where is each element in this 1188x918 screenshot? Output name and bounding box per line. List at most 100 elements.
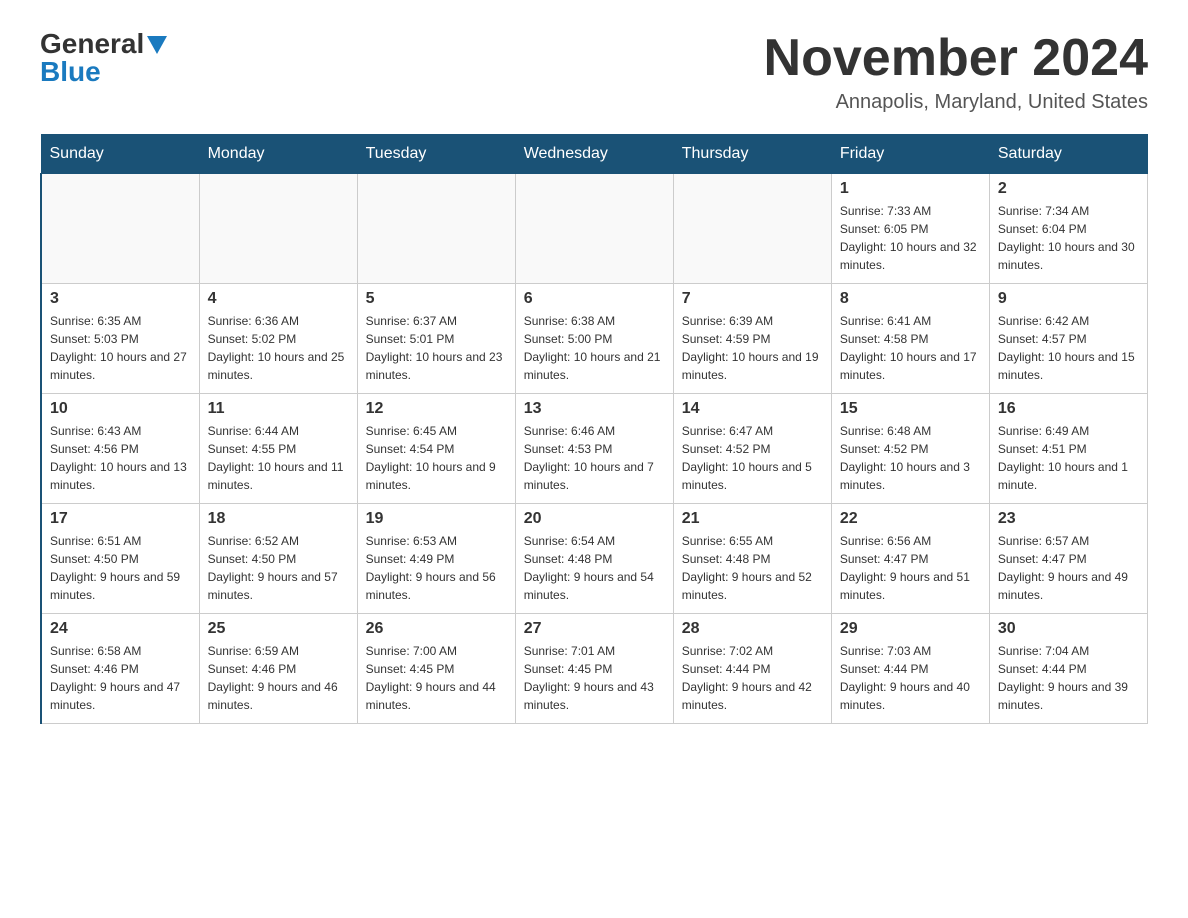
day-info: Sunrise: 6:43 AMSunset: 4:56 PMDaylight:… (50, 422, 191, 494)
day-info: Sunrise: 7:00 AMSunset: 4:45 PMDaylight:… (366, 642, 507, 714)
calendar-cell: 21 Sunrise: 6:55 AMSunset: 4:48 PMDayligh… (673, 504, 831, 614)
calendar-cell (357, 174, 515, 284)
day-info: Sunrise: 6:51 AMSunset: 4:50 PMDaylight:… (50, 532, 191, 604)
col-friday: Friday (831, 135, 989, 174)
day-info: Sunrise: 6:56 AMSunset: 4:47 PMDaylight:… (840, 532, 981, 604)
page-header: General Blue November 2024 Annapolis, Ma… (40, 30, 1148, 114)
calendar-cell: 26 Sunrise: 7:00 AMSunset: 4:45 PMDayligh… (357, 614, 515, 724)
calendar-cell: 23 Sunrise: 6:57 AMSunset: 4:47 PMDayligh… (989, 504, 1147, 614)
day-number: 29 (840, 620, 981, 638)
calendar-body: 1Sunrise: 7:33 AMSunset: 6:05 PMDaylight… (41, 174, 1148, 724)
calendar-cell: 2 Sunrise: 7:34 AMSunset: 6:04 PMDaylight… (989, 174, 1147, 284)
calendar-week-5: 24Sunrise: 6:58 AMSunset: 4:46 PMDayligh… (41, 614, 1148, 724)
calendar-cell: 24Sunrise: 6:58 AMSunset: 4:46 PMDayligh… (41, 614, 199, 724)
day-number: 13 (524, 400, 665, 418)
day-number: 19 (366, 510, 507, 528)
calendar-cell: 22 Sunrise: 6:56 AMSunset: 4:47 PMDayligh… (831, 504, 989, 614)
day-info: Sunrise: 7:02 AMSunset: 4:44 PMDaylight:… (682, 642, 823, 714)
day-number: 27 (524, 620, 665, 638)
calendar-cell (199, 174, 357, 284)
calendar-week-2: 3Sunrise: 6:35 AMSunset: 5:03 PMDaylight… (41, 284, 1148, 394)
calendar-cell: 18 Sunrise: 6:52 AMSunset: 4:50 PMDayligh… (199, 504, 357, 614)
calendar-cell: 3Sunrise: 6:35 AMSunset: 5:03 PMDaylight… (41, 284, 199, 394)
day-number: 26 (366, 620, 507, 638)
col-tuesday: Tuesday (357, 135, 515, 174)
day-number: 11 (208, 400, 349, 418)
day-info: Sunrise: 6:48 AMSunset: 4:52 PMDaylight:… (840, 422, 981, 494)
col-sunday: Sunday (41, 135, 199, 174)
calendar-week-1: 1Sunrise: 7:33 AMSunset: 6:05 PMDaylight… (41, 174, 1148, 284)
day-info: Sunrise: 6:49 AMSunset: 4:51 PMDaylight:… (998, 422, 1139, 494)
day-info: Sunrise: 6:45 AMSunset: 4:54 PMDaylight:… (366, 422, 507, 494)
day-info: Sunrise: 6:35 AMSunset: 5:03 PMDaylight:… (50, 312, 191, 384)
day-info: Sunrise: 6:46 AMSunset: 4:53 PMDaylight:… (524, 422, 665, 494)
day-number: 5 (366, 290, 507, 308)
day-number: 9 (998, 290, 1139, 308)
day-number: 25 (208, 620, 349, 638)
day-number: 14 (682, 400, 823, 418)
calendar-cell: 8 Sunrise: 6:41 AMSunset: 4:58 PMDaylight… (831, 284, 989, 394)
calendar-cell: 4 Sunrise: 6:36 AMSunset: 5:02 PMDaylight… (199, 284, 357, 394)
day-info: Sunrise: 7:04 AMSunset: 4:44 PMDaylight:… (998, 642, 1139, 714)
day-info: Sunrise: 6:42 AMSunset: 4:57 PMDaylight:… (998, 312, 1139, 384)
calendar-cell: 9 Sunrise: 6:42 AMSunset: 4:57 PMDaylight… (989, 284, 1147, 394)
day-number: 28 (682, 620, 823, 638)
col-monday: Monday (199, 135, 357, 174)
day-number: 6 (524, 290, 665, 308)
logo-blue: Blue (40, 56, 101, 87)
calendar-cell: 5 Sunrise: 6:37 AMSunset: 5:01 PMDaylight… (357, 284, 515, 394)
calendar-cell: 19 Sunrise: 6:53 AMSunset: 4:49 PMDayligh… (357, 504, 515, 614)
calendar-cell: 29Sunrise: 7:03 AMSunset: 4:44 PMDayligh… (831, 614, 989, 724)
day-number: 2 (998, 180, 1139, 198)
day-info: Sunrise: 7:34 AMSunset: 6:04 PMDaylight:… (998, 202, 1139, 274)
day-number: 12 (366, 400, 507, 418)
col-thursday: Thursday (673, 135, 831, 174)
calendar-cell: 1Sunrise: 7:33 AMSunset: 6:05 PMDaylight… (831, 174, 989, 284)
calendar-cell: 7Sunrise: 6:39 AMSunset: 4:59 PMDaylight… (673, 284, 831, 394)
day-info: Sunrise: 6:57 AMSunset: 4:47 PMDaylight:… (998, 532, 1139, 604)
day-info: Sunrise: 6:59 AMSunset: 4:46 PMDaylight:… (208, 642, 349, 714)
calendar-cell: 14 Sunrise: 6:47 AMSunset: 4:52 PMDayligh… (673, 394, 831, 504)
day-number: 21 (682, 510, 823, 528)
location-title: Annapolis, Maryland, United States (764, 91, 1148, 114)
calendar-week-3: 10Sunrise: 6:43 AMSunset: 4:56 PMDayligh… (41, 394, 1148, 504)
calendar-cell: 15 Sunrise: 6:48 AMSunset: 4:52 PMDayligh… (831, 394, 989, 504)
calendar-table: Sunday Monday Tuesday Wednesday Thursday… (40, 134, 1148, 724)
day-number: 30 (998, 620, 1139, 638)
calendar-header: Sunday Monday Tuesday Wednesday Thursday… (41, 135, 1148, 174)
day-number: 23 (998, 510, 1139, 528)
calendar-cell: 11Sunrise: 6:44 AMSunset: 4:55 PMDayligh… (199, 394, 357, 504)
logo: General Blue (40, 30, 167, 86)
day-info: Sunrise: 7:33 AMSunset: 6:05 PMDaylight:… (840, 202, 981, 274)
day-number: 17 (50, 510, 191, 528)
logo-general: General (40, 30, 144, 58)
calendar-cell (41, 174, 199, 284)
col-wednesday: Wednesday (515, 135, 673, 174)
day-number: 4 (208, 290, 349, 308)
header-row: Sunday Monday Tuesday Wednesday Thursday… (41, 135, 1148, 174)
calendar-cell: 30 Sunrise: 7:04 AMSunset: 4:44 PMDayligh… (989, 614, 1147, 724)
day-info: Sunrise: 6:55 AMSunset: 4:48 PMDaylight:… (682, 532, 823, 604)
calendar-cell: 16Sunrise: 6:49 AMSunset: 4:51 PMDayligh… (989, 394, 1147, 504)
day-number: 7 (682, 290, 823, 308)
day-info: Sunrise: 6:37 AMSunset: 5:01 PMDaylight:… (366, 312, 507, 384)
day-info: Sunrise: 6:41 AMSunset: 4:58 PMDaylight:… (840, 312, 981, 384)
calendar-week-4: 17 Sunrise: 6:51 AMSunset: 4:50 PMDayligh… (41, 504, 1148, 614)
day-number: 22 (840, 510, 981, 528)
calendar-cell: 10Sunrise: 6:43 AMSunset: 4:56 PMDayligh… (41, 394, 199, 504)
calendar-cell: 20Sunrise: 6:54 AMSunset: 4:48 PMDayligh… (515, 504, 673, 614)
calendar-cell: 17 Sunrise: 6:51 AMSunset: 4:50 PMDayligh… (41, 504, 199, 614)
day-number: 18 (208, 510, 349, 528)
day-number: 8 (840, 290, 981, 308)
title-area: November 2024 Annapolis, Maryland, Unite… (764, 30, 1148, 114)
calendar-cell: 12 Sunrise: 6:45 AMSunset: 4:54 PMDayligh… (357, 394, 515, 504)
calendar-cell (673, 174, 831, 284)
calendar-cell: 6Sunrise: 6:38 AMSunset: 5:00 PMDaylight… (515, 284, 673, 394)
calendar-cell: 25 Sunrise: 6:59 AMSunset: 4:46 PMDayligh… (199, 614, 357, 724)
day-info: Sunrise: 6:36 AMSunset: 5:02 PMDaylight:… (208, 312, 349, 384)
calendar-cell (515, 174, 673, 284)
day-info: Sunrise: 6:53 AMSunset: 4:49 PMDaylight:… (366, 532, 507, 604)
day-info: Sunrise: 6:47 AMSunset: 4:52 PMDaylight:… (682, 422, 823, 494)
day-number: 15 (840, 400, 981, 418)
day-info: Sunrise: 6:52 AMSunset: 4:50 PMDaylight:… (208, 532, 349, 604)
